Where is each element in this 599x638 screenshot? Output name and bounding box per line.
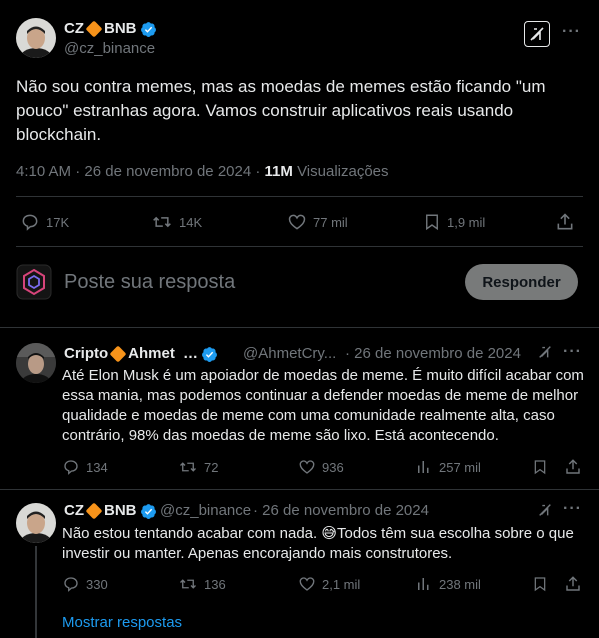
thread-line [35,546,37,638]
reply-composer-input[interactable]: Poste sua resposta [64,271,235,294]
tweet-text: Não sou contra memes, mas as moedas de m… [16,77,546,144]
more-icon[interactable]: ··· [563,343,582,361]
grok-icon[interactable] [524,21,550,47]
views-label: Visualizações [297,163,389,180]
more-icon[interactable]: ··· [562,23,581,41]
like-button[interactable]: 936 [298,458,344,476]
reply-button[interactable]: 17K [20,212,69,232]
share-icon [557,213,573,230]
like-button[interactable]: 77 mil [287,212,348,232]
bnb-diamond-icon [85,502,103,520]
bnb-diamond-icon [85,20,103,38]
reply-author-name[interactable]: CZ [64,502,84,519]
more-icon[interactable]: ··· [563,500,582,518]
reply-avatar[interactable] [16,343,56,383]
share-button[interactable] [564,575,582,598]
bnb-diamond-icon [109,345,127,363]
like-icon [299,577,315,591]
author-name-row[interactable]: CZ BNB [64,20,157,38]
reply-avatar[interactable] [16,503,56,543]
views-icon [418,578,429,590]
reply-handle[interactable]: @AhmetCry... [243,345,336,362]
reply-icon [22,214,38,231]
bookmark-count: 1,9 mil [447,214,486,230]
repost-icon [153,216,171,228]
like-count: 77 mil [313,214,348,230]
divider [16,246,583,247]
repost-button[interactable]: 14K [151,212,202,232]
author-name[interactable]: CZ [64,20,84,37]
share-button[interactable] [555,212,575,232]
verified-badge-icon [140,21,156,37]
reply-author-row[interactable]: Cripto Ahmet … [64,345,218,363]
repost-icon [180,462,196,472]
views-button[interactable]: 238 mil [415,575,481,593]
views-icon [418,461,429,473]
composer-avatar[interactable] [16,264,52,300]
reply-text: Até Elon Musk é um apoiador de moedas de… [62,367,584,444]
repost-icon [180,579,196,589]
reply-date[interactable]: · 26 de novembro de 2024 [253,502,429,519]
verified-badge-icon [202,346,217,362]
reply-author-row[interactable]: CZ BNB [64,502,157,520]
bookmark-button[interactable] [532,575,548,598]
author-handle[interactable]: @cz_binance [64,40,155,57]
divider [16,196,583,197]
divider [0,489,599,490]
bookmark-button[interactable] [532,458,548,481]
like-icon [299,460,315,474]
reply-button[interactable]: 134 [62,458,108,476]
like-icon [288,214,306,230]
tweet-time[interactable]: 4:10 AM [16,163,71,180]
repost-count: 14K [179,214,203,230]
reply-button[interactable]: 330 [62,575,108,593]
verified-badge-icon [140,503,156,519]
reply-handle[interactable]: @cz_binance [160,502,251,519]
bookmark-icon [426,214,438,231]
divider [0,327,599,328]
views-button[interactable]: 257 mil [415,458,481,476]
reply-icon [64,577,78,592]
reply-date[interactable]: · 26 de novembro de 2024 [345,345,521,362]
reply-text: Não estou tentando acabar com nada. 😅Tod… [62,525,574,562]
reply-count: 17K [46,214,70,230]
bookmark-icon [534,577,546,592]
author-avatar[interactable] [16,18,56,58]
repost-button[interactable]: 136 [178,575,226,593]
author-tag[interactable]: BNB [104,20,137,37]
reply-icon [64,460,78,475]
share-icon [566,576,580,591]
like-button[interactable]: 2,1 mil [298,575,360,593]
tweet-date[interactable]: 26 de novembro de 2024 [84,163,251,180]
share-icon [566,459,580,474]
share-button[interactable] [564,458,582,481]
show-replies-link[interactable]: Mostrar respostas [62,614,182,631]
grok-icon[interactable] [537,502,553,523]
bookmark-icon [534,460,546,475]
grok-icon[interactable] [537,344,553,365]
reply-author-name[interactable]: Cripto [64,345,108,362]
reply-submit-button[interactable]: Responder [465,264,578,300]
views-count: 11M [264,163,293,180]
tweet-meta: 4:10 AM · 26 de novembro de 2024 · 11M V… [16,163,389,180]
repost-button[interactable]: 72 [178,458,218,476]
bookmark-button[interactable]: 1,9 mil [423,212,485,232]
